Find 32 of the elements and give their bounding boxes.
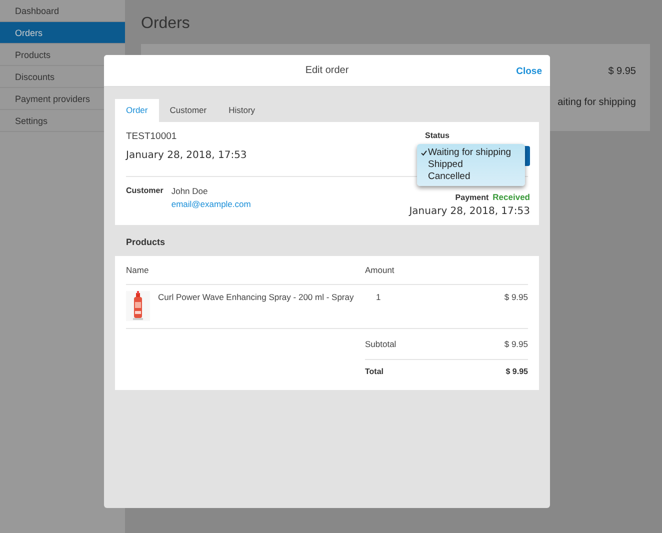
column-header: Name <box>126 264 150 277</box>
checkmark-icon <box>421 150 427 156</box>
order-status: aiting for shipping <box>558 96 636 110</box>
dropdown-option[interactable]: Cancelled <box>417 171 525 183</box>
tab[interactable]: Customer <box>158 99 218 122</box>
tab[interactable]: History <box>218 99 266 122</box>
payment-status: Received <box>492 190 530 204</box>
total-label: Total <box>365 366 384 378</box>
page-title: Orders <box>141 14 191 34</box>
dropdown-option[interactable]: Waiting for shipping <box>417 147 525 159</box>
customer-label: Customer <box>126 184 164 197</box>
dropdown-option[interactable]: Shipped <box>417 159 525 171</box>
sidebar-item[interactable]: Orders <box>0 22 125 44</box>
payment-label: Payment <box>455 192 489 204</box>
dialog-title: Edit order <box>305 64 349 78</box>
subtotal-label: Subtotal <box>365 338 396 351</box>
products-heading: Products <box>125 236 166 249</box>
status-label: Status <box>425 130 450 142</box>
close-link[interactable]: Close <box>516 65 542 80</box>
payment-date: January 28, 2018, 17:53 <box>409 204 530 219</box>
subtotal-value: $ 9.95 <box>504 338 528 351</box>
product-amount: 1 <box>375 291 381 304</box>
column-header: Amount <box>365 264 396 277</box>
order-number: TEST10001 <box>126 130 178 144</box>
tab[interactable]: Order <box>115 99 159 122</box>
product-price: $ 9.95 <box>504 291 528 304</box>
customer-name: John Doe <box>171 184 209 198</box>
email-link[interactable]: email@example.com <box>171 198 251 210</box>
order-price: $ 9.95 <box>608 65 636 80</box>
order-date: January 28, 2018, 17:53 <box>126 149 247 163</box>
product-name: Curl Power Wave Enhancing Spray - 200 ml - Spray <box>158 291 354 304</box>
total-value: $ 9.95 <box>506 366 528 378</box>
